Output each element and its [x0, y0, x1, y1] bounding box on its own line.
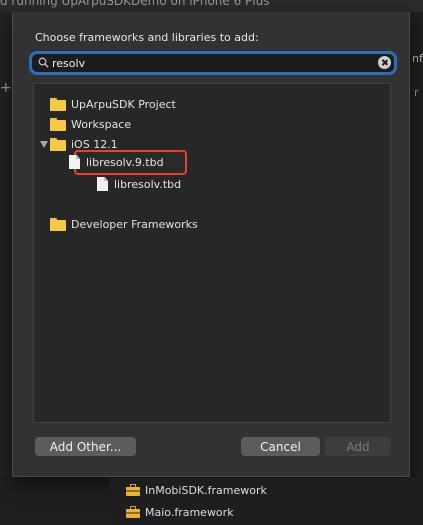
- tree-item-uparpusdk-project[interactable]: UpArpuSDK Project: [50, 95, 176, 113]
- disclosure-triangle-icon[interactable]: [40, 141, 48, 148]
- list-item[interactable]: InMobiSDK.framework: [126, 481, 267, 499]
- folder-icon: [50, 137, 66, 151]
- tree-item-developer-frameworks[interactable]: Developer Frameworks: [50, 215, 198, 233]
- window-title-bar: d running UpArpuSDKDemo on iPhone 6 Plus: [0, 0, 423, 12]
- search-input[interactable]: [52, 54, 372, 72]
- tree-item-label: Workspace: [71, 117, 132, 131]
- framework-label: InMobiSDK.framework: [145, 483, 267, 497]
- folder-icon: [50, 97, 66, 111]
- tree-item-libresolv-9[interactable]: libresolv.9.tbd: [69, 153, 164, 171]
- add-icon[interactable]: +: [0, 80, 12, 96]
- tree-item-label: UpArpuSDK Project: [71, 97, 176, 111]
- cancel-button[interactable]: Cancel: [241, 437, 320, 456]
- clear-search-icon[interactable]: [378, 56, 391, 69]
- background-mark: r: [414, 86, 419, 99]
- folder-icon: [50, 117, 66, 131]
- tree-item-label: libresolv.9.tbd: [86, 155, 164, 169]
- file-icon: [97, 177, 108, 191]
- add-other-button[interactable]: Add Other...: [35, 437, 136, 456]
- search-field[interactable]: [32, 54, 394, 72]
- tree-item-label: libresolv.tbd: [114, 177, 182, 191]
- tree-item-workspace[interactable]: Workspace: [50, 115, 131, 133]
- add-button[interactable]: Add: [325, 437, 391, 456]
- tree-item-label: iOS 12.1: [71, 137, 118, 151]
- framework-label: Maio.framework: [145, 505, 234, 519]
- list-item[interactable]: Maio.framework: [126, 503, 234, 521]
- framework-tree[interactable]: UpArpuSDK Project Workspace iOS 12.1 Dev…: [33, 83, 391, 423]
- file-icon: [69, 155, 80, 169]
- background-label: nf: [412, 52, 423, 65]
- tree-item-label: Developer Frameworks: [71, 217, 198, 231]
- toolbox-icon: [126, 506, 140, 518]
- linked-frameworks-list: InMobiSDK.framework Maio.framework: [110, 478, 423, 525]
- window-title: d running UpArpuSDKDemo on iPhone 6 Plus: [0, 0, 270, 8]
- add-frameworks-sheet: Choose frameworks and libraries to add: …: [12, 12, 410, 477]
- search-icon: [38, 57, 49, 68]
- dialog-title: Choose frameworks and libraries to add:: [35, 31, 259, 44]
- toolbox-icon: [126, 484, 140, 496]
- tree-item-libresolv[interactable]: libresolv.tbd: [97, 175, 181, 193]
- folder-icon: [50, 217, 66, 231]
